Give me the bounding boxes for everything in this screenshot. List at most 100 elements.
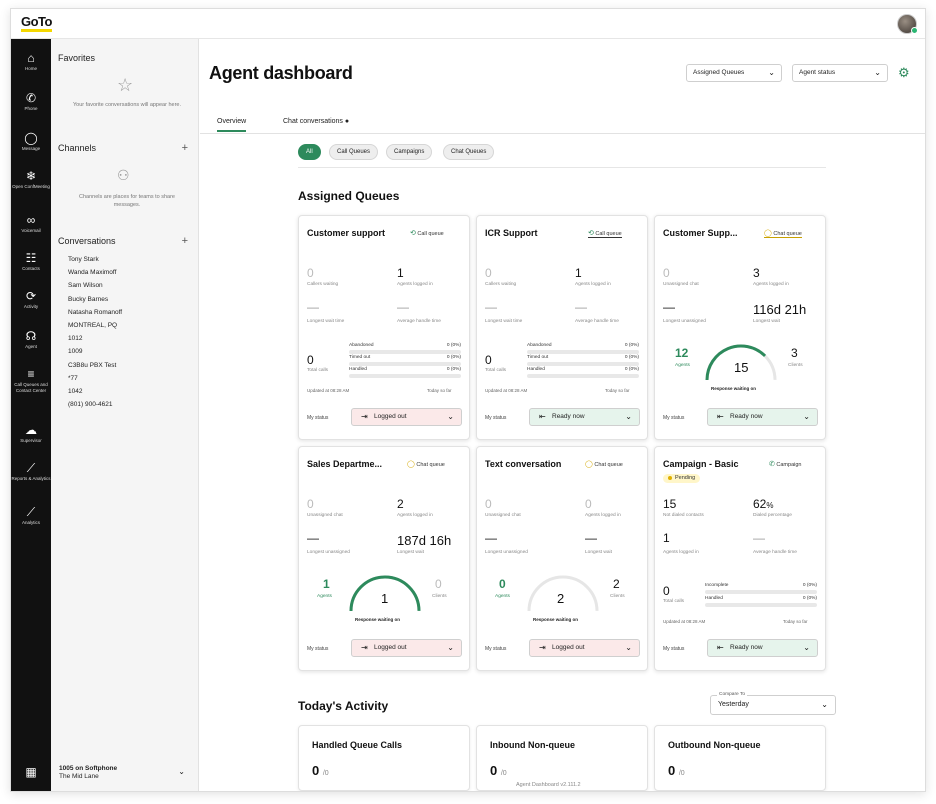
conversation-item[interactable]: MONTREAL, PQ	[68, 319, 122, 332]
rail-item-open-confmeeting[interactable]: ❄ Open ConfMeeting	[11, 169, 51, 190]
stat-value: 187d 16h	[397, 533, 452, 548]
agent-status-select[interactable]: Agent status ⌄	[792, 64, 888, 82]
stat-label: Longest unassigned	[663, 319, 706, 324]
conversation-item[interactable]: 1012	[68, 332, 122, 345]
stat-value: —	[485, 531, 497, 545]
rail-item-reports-analytics[interactable]: ⟋ Reports & Analytics	[11, 461, 51, 482]
apps-grid-icon[interactable]: ▦	[11, 765, 51, 779]
updated-time: Updated at 08:28 AM	[485, 388, 528, 393]
today-so-far: Today so far	[605, 388, 630, 393]
bar-value: 0 (0%)	[624, 343, 639, 348]
status-select[interactable]: ⇥ Logged out ⌄	[351, 639, 462, 657]
activity-value: 0 /0	[312, 763, 329, 778]
filter-campaigns[interactable]: Campaigns	[386, 144, 433, 160]
gauge-center-value: 15	[734, 360, 749, 375]
queue-card-customer-supp-chat[interactable]: Customer Supp... ◯ Chat queue 0 Unassign…	[654, 215, 826, 440]
stat-label: Longest unassigned	[485, 550, 528, 555]
agents-label: Agents	[317, 594, 332, 599]
chevron-down-icon: ⌄	[768, 68, 775, 77]
filter-chat-queues[interactable]: Chat Queues	[443, 144, 495, 160]
queue-type: ⟲ Call queue	[410, 229, 444, 237]
add-conversation-icon[interactable]: +	[182, 235, 188, 247]
todays-activity-heading: Today's Activity	[298, 699, 389, 713]
bar-track	[705, 590, 817, 594]
stat-label: Longest wait time	[307, 319, 345, 324]
queue-card-sales-department[interactable]: Sales Departme... ◯ Chat queue 0 Unassig…	[298, 446, 470, 671]
rail-item-call-queues-and-contact-center[interactable]: ≡ Call Queues and Contact Center	[11, 367, 51, 393]
user-avatar[interactable]	[897, 14, 918, 34]
softphone-status[interactable]: 1005 on Softphone The Mid Lane ⌄	[59, 765, 189, 781]
queue-type-label: Chat queue	[594, 462, 623, 468]
status-select[interactable]: ⇤ Ready now ⌄	[529, 408, 640, 426]
queue-card-campaign-basic[interactable]: Campaign - Basic ✆ Campaign Pending 15 N…	[654, 446, 826, 671]
rail-item-phone[interactable]: ✆ Phone	[11, 91, 51, 112]
rail-item-message[interactable]: ◯ Message	[11, 131, 51, 152]
status-select[interactable]: ⇥ Logged out ⌄	[529, 639, 640, 657]
conversation-item[interactable]: Tony Stark	[68, 253, 122, 266]
stat-value: —	[307, 300, 319, 314]
stat-label: Average handle time	[753, 550, 797, 555]
bar-label: Timed out	[349, 355, 371, 360]
snowflake-icon: ❄	[25, 169, 37, 183]
rail-item-contacts[interactable]: ☷ Contacts	[11, 251, 51, 272]
tab-overview[interactable]: Overview	[217, 118, 247, 132]
queue-card-customer-support[interactable]: Customer support ⟲ Call queue 0 Callers …	[298, 215, 470, 440]
dialed-value: 62	[753, 497, 767, 511]
stat-label: Callers waiting	[307, 282, 339, 287]
tab-chat-conversations[interactable]: Chat conversations ●	[283, 118, 349, 125]
rail-item-label: Open ConfMeeting	[12, 184, 50, 189]
status-select[interactable]: ⇤ Ready now ⌄	[707, 408, 818, 426]
updated-time: Updated at 08:28 AM	[307, 388, 350, 393]
bar-label: Abandoned	[527, 343, 552, 348]
dialed-unit: %	[766, 501, 774, 510]
conversation-item[interactable]: *77	[68, 372, 122, 385]
stat-label: Agents logged in	[585, 513, 621, 518]
queue-title: Text conversation	[485, 459, 562, 469]
clients-label: Clients	[432, 594, 447, 599]
status-select[interactable]: ⇤ Ready now ⌄	[707, 639, 818, 657]
conversations-title: Conversations	[58, 236, 116, 246]
rail-item-home[interactable]: ⌂ Home	[11, 51, 51, 72]
bar-label: Incomplete	[705, 583, 729, 588]
status-select[interactable]: ⇥ Logged out ⌄	[351, 408, 462, 426]
agents-label: Agents	[675, 363, 690, 368]
status-value: Ready now	[730, 413, 763, 420]
bar-label: Abandoned	[349, 343, 374, 348]
call-queue-icon: ⟲	[410, 230, 416, 237]
rail-item-activity[interactable]: ⟳ Activity	[11, 289, 51, 310]
today-so-far: Today so far	[783, 619, 808, 624]
queue-card-icr-support[interactable]: ICR Support ⟲ Call queue 0 Callers waiti…	[476, 215, 648, 440]
conversation-item[interactable]: Natasha Romanoff	[68, 306, 122, 319]
queue-type-label: Call queue	[595, 231, 622, 237]
bar-value: 0 (0%)	[446, 343, 461, 348]
conversation-item[interactable]: 1042	[68, 385, 122, 398]
rail-item-label: Agent	[25, 344, 37, 349]
my-status-label: My status	[663, 415, 685, 421]
queue-card-text-conversation[interactable]: Text conversation ◯ Chat queue 0 Unassig…	[476, 446, 648, 671]
chevron-down-icon: ⌄	[447, 643, 454, 652]
conversation-item[interactable]: (801) 900-4621	[68, 398, 122, 411]
stat-value: 0	[307, 497, 314, 511]
assigned-queues-select[interactable]: Assigned Queues ⌄	[686, 64, 782, 82]
conversation-item[interactable]: Sam Wilson	[68, 279, 122, 292]
filter-call-queues[interactable]: Call Queues	[329, 144, 379, 160]
rail-item-agent[interactable]: ☊ Agent	[11, 329, 51, 350]
conversation-item[interactable]: 1009	[68, 345, 122, 358]
updated-time: Updated at 08:28 AM	[663, 619, 706, 624]
conversation-item[interactable]: Wanda Maximoff	[68, 266, 122, 279]
rail-item-supervisor[interactable]: ☁ Supervisor	[11, 423, 51, 444]
conversation-item[interactable]: Bucky Barnes	[68, 293, 122, 306]
add-channel-icon[interactable]: +	[182, 142, 188, 154]
queue-title: Campaign - Basic	[663, 459, 739, 469]
conversation-item[interactable]: C3B8u PBX Test	[68, 359, 122, 372]
rail-item-analytics[interactable]: ⟋ Analytics	[11, 505, 51, 526]
filter-all[interactable]: All	[298, 144, 321, 160]
rail-item-voicemail[interactable]: ∞ Voicemail	[11, 213, 51, 234]
activity-title: Inbound Non-queue	[490, 740, 575, 750]
stat-value: 116d 21h	[753, 302, 807, 317]
nav-rail: ⌂ Home ✆ Phone ◯ Message ❄ Open ConfMeeting ∞ Voi…	[11, 39, 51, 791]
compare-to-select[interactable]: Compare To Yesterday ⌄	[710, 692, 836, 715]
gear-icon[interactable]: ⚙	[898, 65, 910, 81]
chevron-down-icon: ⌄	[803, 643, 810, 652]
bar-label: Handled	[527, 367, 545, 372]
